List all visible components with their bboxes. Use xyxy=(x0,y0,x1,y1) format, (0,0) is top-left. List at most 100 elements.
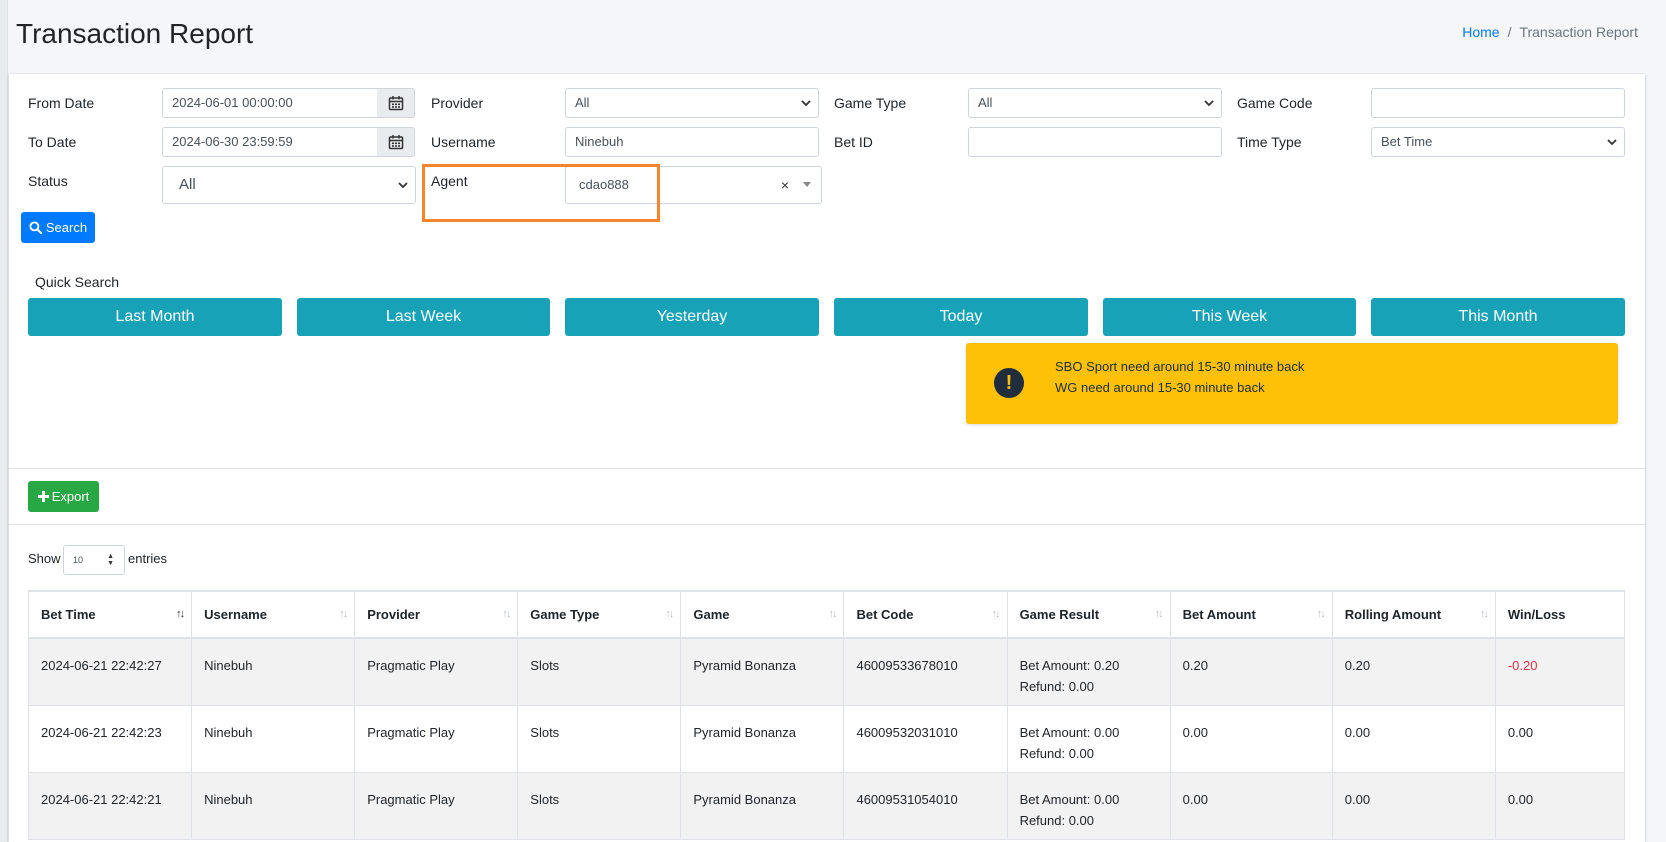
clear-icon[interactable]: × xyxy=(781,167,789,203)
username-label: Username xyxy=(431,134,496,150)
status-select-value: All xyxy=(179,176,196,193)
table-row: 2024-06-21 22:42:27 Ninebuh Pragmatic Pl… xyxy=(27,638,1626,706)
time-type-select[interactable]: Bet Time xyxy=(1371,127,1625,157)
col-bet-code[interactable]: Bet Code ↑↓ xyxy=(843,590,1008,639)
cell-game-type: Slots xyxy=(517,638,682,706)
cell-win-loss: -0.20 xyxy=(1495,638,1626,706)
up-down-arrows-icon: ▲ ▼ xyxy=(107,553,114,567)
entries-suffix-label: entries xyxy=(128,551,168,566)
col-bet-amount[interactable]: Bet Amount ↑↓ xyxy=(1170,590,1333,639)
sort-icon: ↑↓ xyxy=(991,608,1001,620)
provider-label: Provider xyxy=(431,95,484,111)
cell-game-result: Bet Amount: 0.00 Refund: 0.00 xyxy=(1007,772,1171,840)
provider-select-value: All xyxy=(575,95,590,110)
breadcrumb-home-link[interactable]: Home xyxy=(1462,24,1499,40)
col-username[interactable]: Username ↑↓ xyxy=(191,590,356,639)
sort-icon: ↑↓ xyxy=(1154,608,1164,620)
plus-icon xyxy=(37,491,49,502)
game-type-select[interactable]: All xyxy=(968,88,1222,118)
sort-desc-icon: ↑↓ xyxy=(176,608,185,620)
cell-game-result: Bet Amount: 0.00 Refund: 0.00 xyxy=(1007,705,1171,773)
warning-alert: ! SBO Sport need around 15-30 minute bac… xyxy=(966,343,1618,424)
cell-rolling-amount: 0.00 xyxy=(1332,772,1496,840)
bet-id-label: Bet ID xyxy=(834,134,873,150)
status-label: Status xyxy=(28,173,68,189)
cell-game-type: Slots xyxy=(517,772,682,840)
cell-win-loss: 0.00 xyxy=(1495,705,1626,773)
bet-id-input[interactable] xyxy=(968,127,1222,157)
transactions-table: Bet Time ↑↓ Username ↑↓ Provider ↑↓ Game Ty… xyxy=(27,590,1626,840)
table-row: 2024-06-21 22:42:23 Ninebuh Pragmatic Pl… xyxy=(27,705,1626,773)
col-provider[interactable]: Provider ↑↓ xyxy=(354,590,519,639)
calendar-icon xyxy=(388,96,403,111)
breadcrumb: Home / Transaction Report xyxy=(1462,24,1638,40)
export-button[interactable]: Export xyxy=(28,481,99,512)
col-game[interactable]: Game ↑↓ xyxy=(680,590,845,639)
chevron-down-icon xyxy=(397,167,409,203)
exclamation-icon: ! xyxy=(994,368,1024,398)
entries-per-page-value: 10 xyxy=(73,555,84,565)
cell-game: Pyramid Bonanza xyxy=(680,638,845,706)
calendar-icon xyxy=(388,135,403,150)
quick-last-month-button[interactable]: Last Month xyxy=(28,298,282,336)
chevron-down-icon xyxy=(800,89,812,117)
quick-yesterday-button[interactable]: Yesterday xyxy=(565,298,819,336)
sort-icon: ↑↓ xyxy=(1479,608,1489,620)
search-button-label: Search xyxy=(45,220,88,235)
col-game-type[interactable]: Game Type ↑↓ xyxy=(517,590,682,639)
col-rolling-amount[interactable]: Rolling Amount ↑↓ xyxy=(1332,590,1496,639)
export-button-label: Export xyxy=(51,489,90,504)
show-entries-label: Show xyxy=(28,551,61,566)
cell-username: Ninebuh xyxy=(191,772,356,840)
cell-username: Ninebuh xyxy=(191,705,356,773)
to-date-calendar-button[interactable] xyxy=(377,127,415,157)
chevron-down-icon xyxy=(1606,128,1618,156)
status-select[interactable]: All xyxy=(162,166,416,204)
caret-down-icon xyxy=(803,182,811,187)
search-icon xyxy=(29,221,42,234)
sort-icon: ↑↓ xyxy=(1316,608,1326,620)
divider xyxy=(9,524,1645,525)
breadcrumb-current: Transaction Report xyxy=(1519,24,1638,40)
username-input[interactable]: Ninebuh xyxy=(565,127,819,157)
sort-icon: ↑↓ xyxy=(828,608,837,620)
cell-bet-time: 2024-06-21 22:42:27 xyxy=(27,638,193,706)
sort-icon: ↑↓ xyxy=(339,608,348,620)
cell-provider: Pragmatic Play xyxy=(354,705,519,773)
sidebar-edge xyxy=(0,0,8,842)
to-date-input[interactable]: 2024-06-30 23:59:59 xyxy=(162,127,378,157)
cell-bet-amount: 0.20 xyxy=(1170,638,1333,706)
sort-icon: ↑↓ xyxy=(665,608,674,620)
chevron-down-icon xyxy=(1203,89,1215,117)
game-code-input[interactable] xyxy=(1371,88,1625,118)
from-date-calendar-button[interactable] xyxy=(377,88,415,118)
quick-this-month-button[interactable]: This Month xyxy=(1371,298,1625,336)
time-type-select-value: Bet Time xyxy=(1381,134,1433,149)
sort-icon: ↑↓ xyxy=(502,608,511,620)
cell-game: Pyramid Bonanza xyxy=(680,772,845,840)
table-row: 2024-06-21 22:42:21 Ninebuh Pragmatic Pl… xyxy=(27,772,1626,840)
cell-game: Pyramid Bonanza xyxy=(680,705,845,773)
quick-this-week-button[interactable]: This Week xyxy=(1103,298,1356,336)
entries-per-page-select[interactable]: 10 ▲ ▼ xyxy=(63,545,125,575)
page-title: Transaction Report xyxy=(16,18,254,49)
cell-bet-time: 2024-06-21 22:42:23 xyxy=(27,705,193,773)
cell-username: Ninebuh xyxy=(191,638,356,706)
cell-bet-code: 46009531054010 xyxy=(843,772,1008,840)
quick-today-button[interactable]: Today xyxy=(834,298,1088,336)
search-button[interactable]: Search xyxy=(21,212,95,243)
alert-line-2: WG need around 15-30 minute back xyxy=(1055,380,1265,395)
alert-line-1: SBO Sport need around 15-30 minute back xyxy=(1055,359,1305,374)
col-game-result[interactable]: Game Result ↑↓ xyxy=(1007,590,1171,639)
cell-win-loss: 0.00 xyxy=(1495,772,1626,840)
cell-rolling-amount: 0.00 xyxy=(1332,705,1496,773)
col-bet-time[interactable]: Bet Time ↑↓ xyxy=(27,590,193,639)
from-date-input[interactable]: 2024-06-01 00:00:00 xyxy=(162,88,378,118)
game-type-select-value: All xyxy=(978,95,993,110)
provider-select[interactable]: All xyxy=(565,88,819,118)
cell-provider: Pragmatic Play xyxy=(354,772,519,840)
col-win-loss[interactable]: Win/Loss xyxy=(1495,590,1626,639)
quick-last-week-button[interactable]: Last Week xyxy=(297,298,550,336)
cell-bet-code: 46009532031010 xyxy=(843,705,1008,773)
cell-game-type: Slots xyxy=(517,705,682,773)
